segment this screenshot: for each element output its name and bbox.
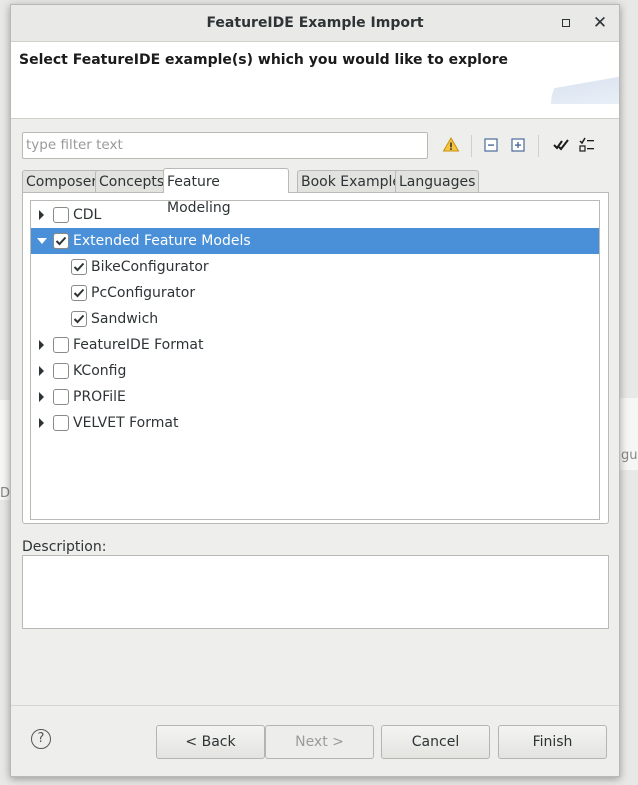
checkbox-checked[interactable]: [71, 285, 87, 301]
tree-item[interactable]: VELVET Format: [31, 410, 599, 436]
tree-item[interactable]: Sandwich: [31, 306, 599, 332]
maximize-icon[interactable]: [557, 14, 575, 32]
description-label: Description:: [22, 539, 107, 555]
wizard-banner: Select FeatureIDE example(s) which you w…: [11, 42, 619, 119]
checkbox[interactable]: [53, 363, 69, 379]
examples-tree[interactable]: CDL Extended Feature Models BikeConfigur…: [30, 200, 600, 520]
filter-field[interactable]: [22, 132, 428, 159]
close-icon[interactable]: ✕: [591, 14, 609, 32]
tree-item-label: VELVET Format: [73, 415, 179, 431]
next-button[interactable]: Next >: [265, 725, 374, 759]
footer-separator: [11, 705, 619, 706]
expand-arrow-icon[interactable]: [39, 392, 44, 402]
back-button[interactable]: < Back: [156, 725, 265, 759]
toolbar-separator: [538, 135, 539, 157]
finish-button[interactable]: Finish: [498, 725, 607, 759]
filter-input[interactable]: [23, 133, 422, 156]
titlebar: FeatureIDE Example Import ✕: [11, 5, 619, 42]
tab-concepts[interactable]: Concepts: [95, 170, 169, 193]
checkbox[interactable]: [53, 207, 69, 223]
banner-decoration: [551, 64, 619, 104]
tree-item[interactable]: PcConfigurator: [31, 280, 599, 306]
tab-composer[interactable]: Composer: [22, 170, 102, 193]
tree-item[interactable]: PROFilE: [31, 384, 599, 410]
tree-item-label: KConfig: [73, 363, 127, 379]
tree-item[interactable]: FeatureIDE Format: [31, 332, 599, 358]
tab-book-example[interactable]: Book Example: [297, 170, 406, 193]
checkbox-checked[interactable]: [53, 233, 69, 249]
tree-item-label: Sandwich: [91, 311, 159, 327]
checkbox[interactable]: [53, 415, 69, 431]
collapse-all-icon[interactable]: [481, 135, 501, 155]
toolbar-separator: [471, 135, 472, 157]
tree-item[interactable]: KConfig: [31, 358, 599, 384]
banner-message: Select FeatureIDE example(s) which you w…: [19, 52, 508, 68]
tree-item-label: Extended Feature Models: [73, 233, 251, 249]
checkbox-checked[interactable]: [71, 259, 87, 275]
background-workbench-left: [0, 400, 10, 500]
collapse-arrow-icon[interactable]: [37, 238, 47, 244]
tree-item-label: BikeConfigurator: [91, 259, 209, 275]
dialog-title: FeatureIDE Example Import: [206, 15, 424, 31]
tab-feature-modeling[interactable]: Feature Modeling: [163, 168, 289, 216]
tree-item[interactable]: CDL: [31, 202, 599, 228]
checkbox[interactable]: [53, 389, 69, 405]
warning-icon[interactable]: [441, 135, 461, 155]
tree-item-label: FeatureIDE Format: [73, 337, 204, 353]
example-import-dialog: FeatureIDE Example Import ✕ Select Featu…: [10, 4, 620, 777]
checkbox[interactable]: [53, 337, 69, 353]
expand-arrow-icon[interactable]: [39, 366, 44, 376]
expand-all-icon[interactable]: [508, 135, 528, 155]
tree-item[interactable]: Extended Feature Models: [31, 228, 599, 254]
checkbox-checked[interactable]: [71, 311, 87, 327]
deselect-all-icon[interactable]: [577, 135, 597, 155]
tab-languages[interactable]: Languages: [395, 170, 480, 193]
expand-arrow-icon[interactable]: [39, 210, 44, 220]
tree-item-label: CDL: [73, 207, 102, 223]
tree-item-label: PcConfigurator: [91, 285, 196, 301]
help-icon[interactable]: ?: [31, 729, 51, 749]
background-text-right: gu: [621, 448, 638, 463]
cancel-button[interactable]: Cancel: [381, 725, 490, 759]
expand-arrow-icon[interactable]: [39, 340, 44, 350]
select-all-icon[interactable]: [551, 135, 571, 155]
tree-item-label: PROFilE: [73, 389, 126, 405]
expand-arrow-icon[interactable]: [39, 418, 44, 428]
description-box: [22, 555, 609, 629]
tree-item[interactable]: BikeConfigurator: [31, 254, 599, 280]
